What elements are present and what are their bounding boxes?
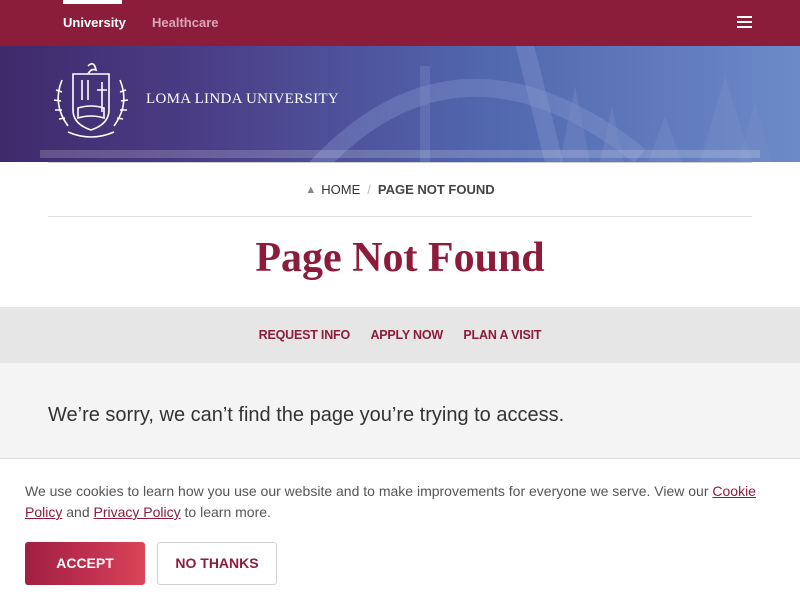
cookie-banner: We use cookies to learn how you use our … <box>0 458 800 600</box>
top-navigation-bar: University Healthcare <box>0 0 800 46</box>
active-tab-indicator <box>63 0 122 4</box>
page-header-section: ▲ HOME / PAGE NOT FOUND Page Not Found <box>0 162 800 307</box>
privacy-policy-link[interactable]: Privacy Policy <box>94 504 181 520</box>
breadcrumb-home-link[interactable]: ▲ HOME <box>305 182 360 197</box>
plan-a-visit-link[interactable]: PLAN A VISIT <box>463 307 541 363</box>
request-info-link[interactable]: REQUEST INFO <box>259 307 351 363</box>
accept-button[interactable]: ACCEPT <box>25 542 145 585</box>
tab-healthcare[interactable]: Healthcare <box>152 0 218 46</box>
tab-university-label: University <box>63 15 126 30</box>
hamburger-icon[interactable] <box>737 16 753 30</box>
breadcrumb-separator: / <box>367 182 371 197</box>
tab-healthcare-label: Healthcare <box>152 15 219 30</box>
cookie-text-intro: We use cookies to learn how you use our … <box>25 483 713 499</box>
not-found-message: We’re sorry, we can’t find the page you’… <box>48 404 565 426</box>
divider <box>48 162 752 163</box>
cookie-text-and: and <box>62 504 94 520</box>
university-crest-icon <box>53 62 129 138</box>
cookie-text-outro: to learn more. <box>180 504 271 520</box>
breadcrumb: ▲ HOME / PAGE NOT FOUND <box>0 182 800 197</box>
hero-banner: LOMA LINDA UNIVERSITY <box>0 46 800 162</box>
page-title: Page Not Found <box>255 235 545 281</box>
logo-text[interactable]: LOMA LINDA UNIVERSITY <box>146 91 339 108</box>
tab-university[interactable]: University <box>63 0 126 46</box>
divider <box>48 216 752 217</box>
home-icon: ▲ <box>305 184 317 196</box>
apply-now-link[interactable]: APPLY NOW <box>370 307 443 363</box>
breadcrumb-home-label: HOME <box>321 182 361 197</box>
cookie-text: We use cookies to learn how you use our … <box>25 481 765 523</box>
breadcrumb-current: PAGE NOT FOUND <box>377 182 495 197</box>
action-bar: REQUEST INFO APPLY NOW PLAN A VISIT <box>0 307 800 363</box>
no-thanks-button[interactable]: NO THANKS <box>157 542 277 585</box>
